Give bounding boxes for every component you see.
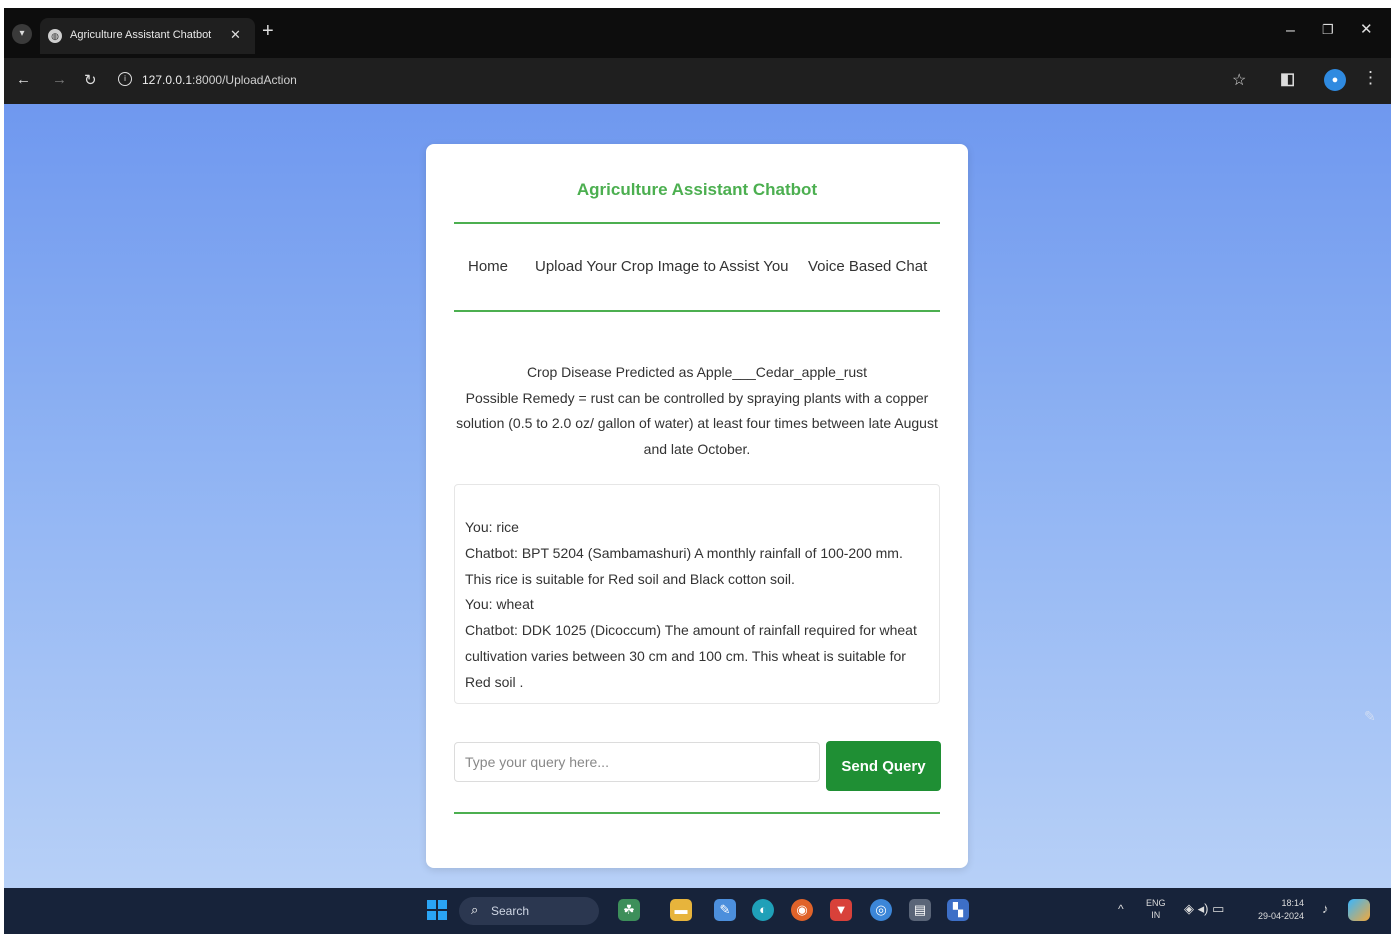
app-icon-2[interactable]: ▚ — [947, 899, 969, 921]
browser-window: ▾ ◍ Agriculture Assistant Chatbot ✕ + – … — [4, 8, 1391, 934]
tab-active[interactable]: ◍ Agriculture Assistant Chatbot ✕ — [40, 18, 255, 54]
side-panel-icon[interactable]: ✎ — [1364, 708, 1376, 725]
globe-icon: ◍ — [48, 29, 62, 43]
firefox-icon[interactable]: ◉ — [791, 899, 813, 921]
nav-link-upload[interactable]: Upload Your Crop Image to Assist You — [535, 258, 789, 275]
taskbar-search[interactable]: ⌕ Search — [459, 897, 599, 925]
nav-link-voice-chat[interactable]: Voice Based Chat — [808, 258, 927, 275]
chat-message: Chatbot: BPT 5204 (Sambamashuri) A month… — [465, 544, 903, 587]
chatbot-card: Agriculture Assistant Chatbot Home Uploa… — [426, 144, 968, 868]
tab-title: Agriculture Assistant Chatbot — [70, 29, 212, 41]
url-host: 127.0.0.1 — [142, 73, 193, 87]
forward-arrow-icon[interactable]: → — [52, 71, 67, 88]
copilot-icon[interactable] — [1348, 899, 1370, 921]
widgets-icon[interactable]: ☘ — [618, 899, 640, 921]
kebab-menu-icon[interactable]: ⋮ — [1362, 68, 1379, 88]
prediction-result: Crop Disease Predicted as Apple___Cedar_… — [454, 360, 940, 462]
search-label: Search — [491, 904, 530, 918]
send-query-button[interactable]: Send Query — [826, 741, 941, 791]
site-info-icon[interactable]: i — [118, 72, 132, 86]
close-window-icon[interactable]: ✕ — [1360, 20, 1373, 38]
terminal-icon[interactable]: ▤ — [909, 899, 931, 921]
extensions-icon[interactable]: ◧ — [1280, 69, 1295, 89]
page-title: Agriculture Assistant Chatbot — [576, 180, 818, 199]
divider — [454, 310, 940, 312]
brave-icon[interactable]: ▼ — [830, 899, 852, 921]
url-path: :8000/UploadAction — [192, 73, 297, 87]
chat-message: You: wheat — [465, 596, 534, 613]
windows-taskbar: ⌕ Search ☘ ▬ ✎ ◐ ◉ ▼ ◎ ▤ ▚ ^ ENG IN ◈ ◂)… — [4, 888, 1391, 934]
tab-close-icon[interactable]: ✕ — [230, 27, 241, 43]
tab-search-icon[interactable]: ▾ — [12, 24, 32, 44]
remedy-text: Possible Remedy = rust can be controlled… — [456, 389, 938, 457]
windows-start-icon[interactable] — [426, 899, 448, 921]
tray-overflow-icon[interactable]: ^ — [1118, 902, 1124, 916]
clock-time: 18:14 — [1281, 898, 1305, 908]
maximize-icon[interactable]: ❐ — [1322, 22, 1334, 38]
chat-history: You: rice Chatbot: BPT 5204 (Sambamashur… — [454, 484, 940, 704]
query-input[interactable] — [454, 742, 820, 782]
clock[interactable]: 18:14 29-04-2024 — [1258, 897, 1304, 923]
chrome-icon[interactable]: ◎ — [870, 899, 892, 921]
chat-message: You: rice — [465, 519, 519, 535]
prediction-text: Crop Disease Predicted as Apple___Cedar_… — [526, 364, 868, 380]
language-indicator[interactable]: ENG IN — [1146, 897, 1166, 921]
profile-avatar-icon[interactable]: ● — [1324, 69, 1346, 91]
reload-icon[interactable]: ↻ — [84, 71, 97, 89]
nav-bar: Home Upload Your Crop Image to Assist Yo… — [454, 258, 940, 278]
divider — [454, 222, 940, 224]
back-arrow-icon[interactable]: ← — [16, 71, 31, 88]
browser-toolbar: ← → ↻ i 127.0.0.1:8000/UploadAction ☆ ◧ … — [4, 58, 1391, 104]
new-tab-icon[interactable]: + — [262, 21, 274, 41]
page-viewport: ✎ Agriculture Assistant Chatbot Home Upl… — [4, 104, 1391, 888]
network-volume-battery-icons[interactable]: ◈ ◂) ▭ — [1184, 901, 1224, 917]
minimize-icon[interactable]: – — [1286, 22, 1295, 40]
search-icon: ⌕ — [471, 902, 479, 917]
region-label: IN — [1151, 910, 1161, 920]
edge-browser-icon[interactable]: ◐ — [752, 899, 774, 921]
bookmark-star-icon[interactable]: ☆ — [1232, 70, 1246, 90]
language-label: ENG — [1146, 898, 1166, 908]
address-bar[interactable]: 127.0.0.1:8000/UploadAction — [142, 73, 297, 87]
file-explorer-icon[interactable]: ▬ — [670, 899, 692, 921]
nav-link-home[interactable]: Home — [468, 258, 508, 275]
clock-date: 29-04-2024 — [1258, 911, 1305, 921]
tab-strip: ▾ ◍ Agriculture Assistant Chatbot ✕ + – … — [4, 8, 1391, 58]
notification-bell-icon[interactable]: ♪ — [1322, 901, 1329, 916]
app-icon[interactable]: ✎ — [714, 899, 736, 921]
chat-message: Chatbot: DDK 1025 (Dicoccum) The amount … — [465, 622, 917, 690]
divider — [454, 812, 940, 814]
